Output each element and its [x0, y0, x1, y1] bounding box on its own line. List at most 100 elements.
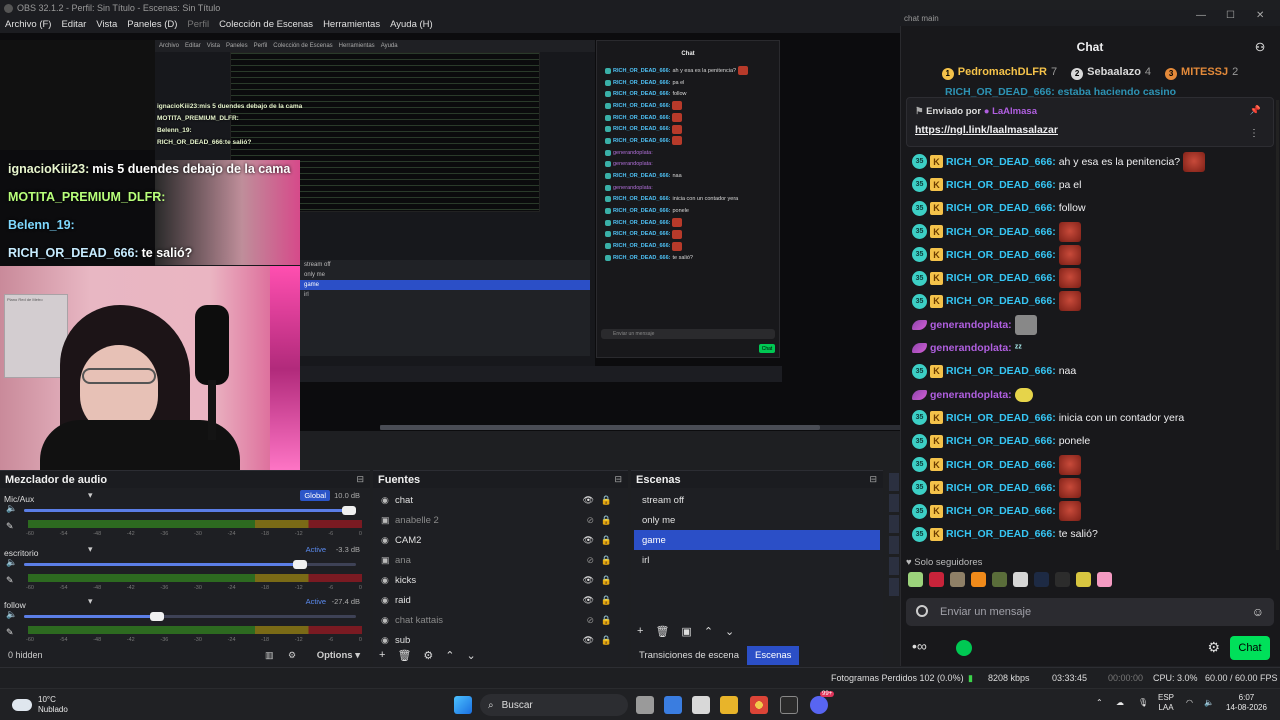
volume-icon[interactable]: 🔈 — [1204, 698, 1214, 708]
remove-source-icon[interactable]: 🗑 — [397, 649, 411, 662]
lock-icon[interactable]: 🔒 — [601, 555, 612, 566]
scene-item[interactable]: game — [634, 530, 880, 550]
onedrive-icon[interactable]: ☁ — [1116, 698, 1124, 708]
dock-menu-icon[interactable]: ⊟ — [869, 474, 877, 485]
volume-slider[interactable] — [24, 612, 356, 621]
leader-entry[interactable]: 3 MITESSJ 2 — [1165, 66, 1238, 88]
clock[interactable]: 6:07 14-08-2026 — [1226, 693, 1267, 713]
chat-scrollbar[interactable] — [1276, 100, 1279, 550]
chat-username[interactable]: RICH_OR_DEAD_666: — [946, 365, 1056, 377]
chat-username[interactable]: RICH_OR_DEAD_666: — [946, 435, 1056, 447]
menu-item-3[interactable]: Paneles (D) — [122, 19, 182, 30]
volume-knob[interactable] — [292, 560, 307, 569]
emote-icon[interactable] — [950, 572, 965, 587]
source-item[interactable]: ◉ chat kattais ⊘ 🔒 — [373, 610, 628, 630]
emote-icon[interactable] — [971, 572, 986, 587]
scene-filter-icon[interactable]: ▣ — [681, 625, 691, 638]
emoji-icon[interactable]: ☺ — [1252, 605, 1264, 619]
chat-username[interactable]: RICH_OR_DEAD_666: — [946, 272, 1056, 284]
lock-icon[interactable]: 🔒 — [601, 535, 612, 546]
capture-icon[interactable] — [692, 696, 710, 714]
chat-input[interactable]: Enviar un mensaje ☺ — [906, 598, 1274, 626]
chat-username[interactable]: generandoplata: — [930, 319, 1012, 331]
eye-icon[interactable]: 👁 — [583, 495, 594, 506]
pinned-link[interactable]: https://ngl.link/laalmasalazar — [915, 124, 1058, 136]
emote-icon[interactable] — [908, 572, 923, 587]
channel-menu-icon[interactable]: ▾ — [88, 490, 93, 501]
eye-off-icon[interactable]: ⊘ — [586, 515, 594, 526]
obs-icon[interactable] — [780, 696, 798, 714]
menu-item-0[interactable]: Archivo (F) — [0, 19, 56, 30]
eye-icon[interactable]: 👁 — [583, 595, 594, 606]
eye-icon[interactable]: 👁 — [583, 575, 594, 586]
scene-item[interactable]: irl — [634, 550, 880, 570]
kick-icon[interactable] — [956, 640, 972, 656]
mic-icon[interactable]: 🎙 — [1138, 698, 1148, 708]
layout-icon[interactable]: ▥ — [265, 650, 274, 661]
add-scene-icon[interactable]: + — [637, 625, 643, 638]
source-item[interactable]: ▣ ana ⊘ 🔒 — [373, 550, 628, 570]
emote-icon[interactable] — [1055, 572, 1070, 587]
lock-icon[interactable]: 🔒 — [601, 615, 612, 626]
preview-horizontal-scrollbar[interactable] — [380, 425, 900, 430]
source-settings-icon[interactable]: ⚙ — [423, 649, 433, 662]
dock-menu-icon[interactable]: ⊟ — [356, 474, 364, 485]
menu-item-5[interactable]: Colección de Escenas — [214, 19, 318, 30]
scene-item[interactable]: stream off — [634, 490, 880, 510]
weather-widget[interactable]: 10°C Nublado — [12, 695, 68, 715]
chat-username[interactable]: RICH_OR_DEAD_666: — [946, 482, 1056, 494]
emote-icon[interactable] — [992, 572, 1007, 587]
advanced-audio-icon[interactable]: ⚙ — [288, 650, 296, 661]
mute-icon[interactable]: ✎ — [6, 627, 14, 638]
move-up-icon[interactable]: ⌃ — [445, 649, 454, 662]
eye-off-icon[interactable]: ⊘ — [586, 615, 594, 626]
volume-knob[interactable] — [149, 612, 164, 621]
add-source-icon[interactable]: + — [379, 649, 385, 661]
emote-icon[interactable] — [929, 572, 944, 587]
edge-icon[interactable] — [664, 696, 682, 714]
language-indicator[interactable]: ESP LAA — [1158, 693, 1174, 713]
emote-icon[interactable] — [1034, 572, 1049, 587]
volume-icon[interactable]: 🔈 — [6, 609, 17, 620]
chat-username[interactable]: RICH_OR_DEAD_666: — [946, 412, 1056, 424]
volume-slider[interactable] — [24, 560, 356, 569]
eye-off-icon[interactable]: ⊘ — [586, 555, 594, 566]
scene-down-icon[interactable]: ⌄ — [725, 625, 734, 638]
options-button[interactable]: Options ▾ — [317, 650, 360, 661]
chrome-icon[interactable] — [750, 696, 768, 714]
emote-icon[interactable] — [1097, 572, 1112, 587]
users-icon[interactable]: ⚇ — [1255, 41, 1265, 54]
menu-item-2[interactable]: Vista — [91, 19, 122, 30]
chat-username[interactable]: RICH_OR_DEAD_666: — [946, 459, 1056, 471]
lock-icon[interactable]: 🔒 — [601, 515, 612, 526]
chat-username[interactable]: RICH_OR_DEAD_666: — [946, 528, 1056, 540]
source-item[interactable]: ◉ kicks 👁 🔒 — [373, 570, 628, 590]
tab-scene-transitions[interactable]: Transiciones de escena — [631, 646, 747, 665]
source-item[interactable]: ◉ CAM2 👁 🔒 — [373, 530, 628, 550]
menu-item-6[interactable]: Herramientas — [318, 19, 385, 30]
tray-overflow-icon[interactable]: ⌃ — [1096, 698, 1103, 708]
scene-item[interactable]: only me — [634, 510, 880, 530]
channel-menu-icon[interactable]: ▾ — [88, 544, 93, 555]
emote-icon[interactable] — [1013, 572, 1028, 587]
leader-entry[interactable]: 2 Sebaalazo 4 — [1071, 66, 1151, 88]
tab-scenes[interactable]: Escenas — [746, 645, 800, 665]
chat-username[interactable]: RICH_OR_DEAD_666: — [946, 179, 1056, 191]
minimize-icon[interactable]: — — [1196, 10, 1206, 21]
dock-menu-icon[interactable]: ⊟ — [614, 474, 622, 485]
scene-up-icon[interactable]: ⌃ — [704, 625, 713, 638]
menu-item-1[interactable]: Editar — [56, 19, 91, 30]
move-down-icon[interactable]: ⌄ — [467, 649, 476, 662]
mute-icon[interactable]: ✎ — [6, 521, 14, 532]
source-item[interactable]: ▣ anabelle 2 ⊘ 🔒 — [373, 510, 628, 530]
chat-username[interactable]: RICH_OR_DEAD_666: — [946, 202, 1056, 214]
volume-slider[interactable] — [24, 506, 357, 515]
shield-icon[interactable] — [916, 605, 928, 617]
chat-settings-icon[interactable]: ⚙ — [1207, 639, 1220, 656]
start-icon[interactable] — [454, 696, 472, 714]
task-view-icon[interactable] — [636, 696, 654, 714]
lock-icon[interactable]: 🔒 — [601, 595, 612, 606]
pin-icon[interactable]: 📌 — [1250, 105, 1261, 116]
emote-icon[interactable] — [1076, 572, 1091, 587]
volume-icon[interactable]: 🔈 — [6, 503, 17, 514]
